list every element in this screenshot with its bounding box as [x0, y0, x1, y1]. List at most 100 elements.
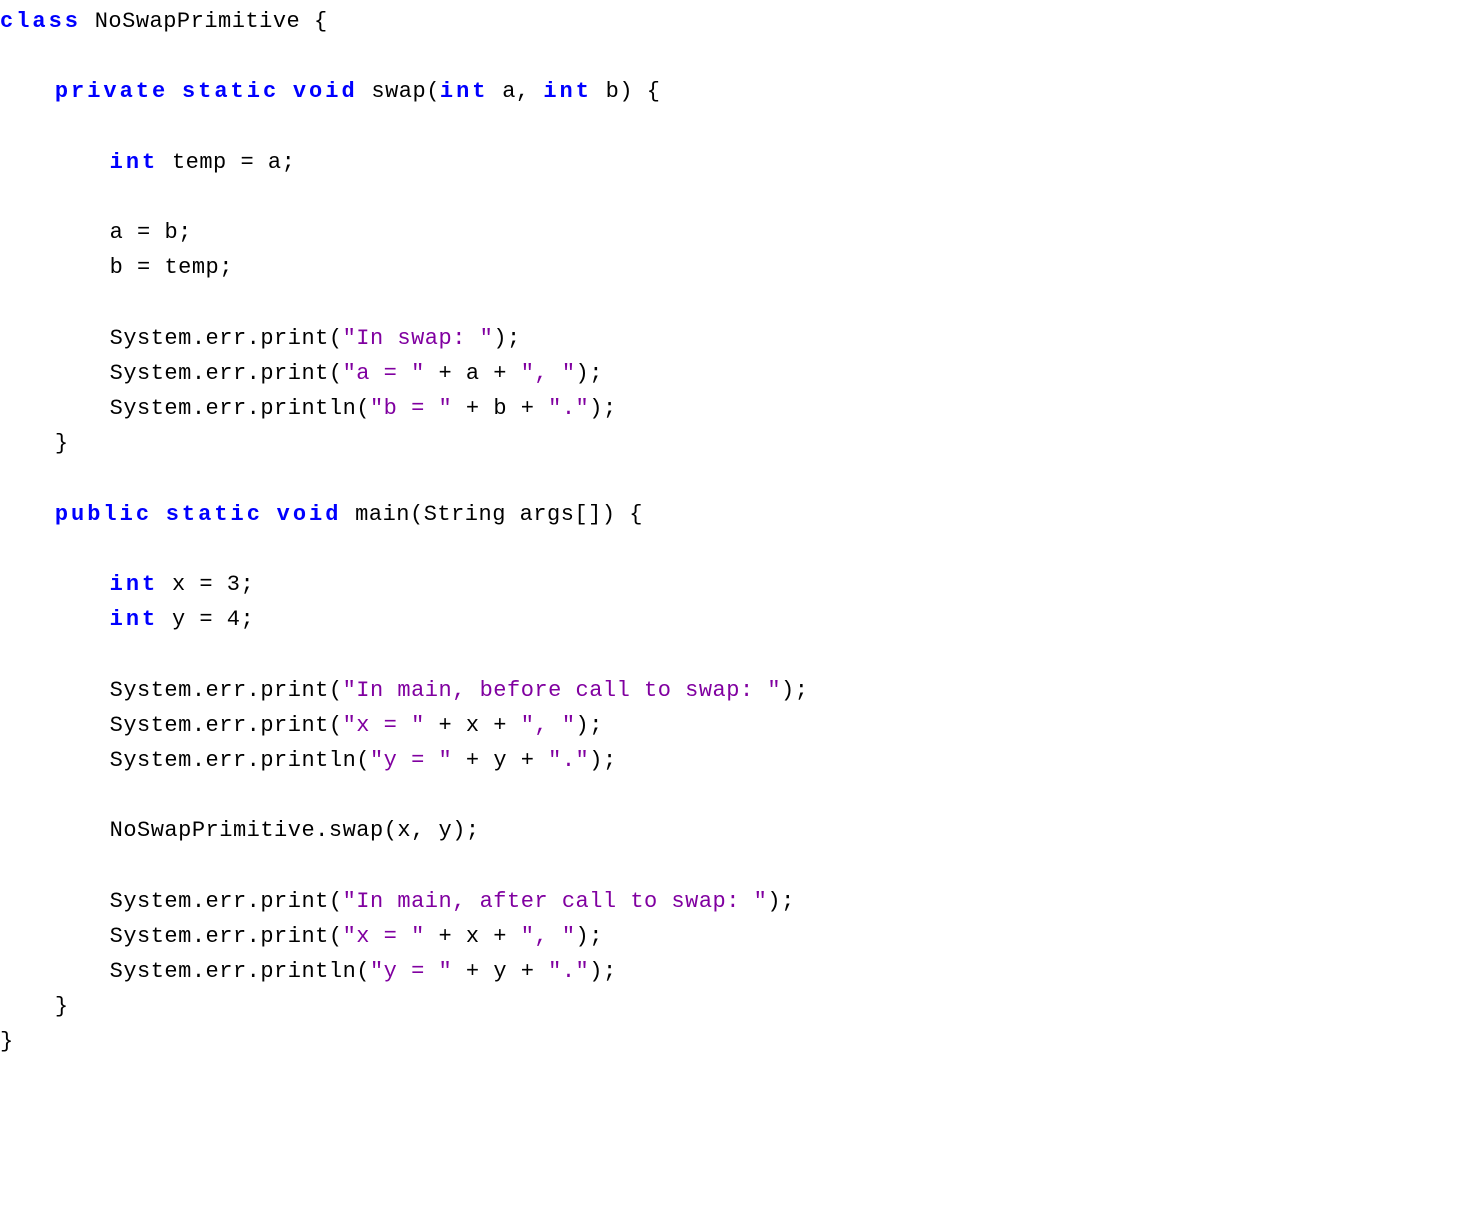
ident: err: [206, 889, 247, 914]
punct: (: [356, 748, 370, 773]
code-block: class NoSwapPrimitive { private static v…: [0, 0, 1470, 1060]
punct: =: [123, 255, 164, 280]
punct: ;: [589, 713, 603, 738]
string-literal: ", ": [521, 361, 576, 386]
string-literal: "In swap: ": [343, 326, 494, 351]
punct: ): [602, 502, 616, 527]
punct: ): [576, 361, 590, 386]
ident: println: [260, 396, 356, 421]
class-name: NoSwapPrimitive: [95, 9, 301, 34]
punct: .: [192, 326, 206, 351]
punct: ;: [603, 959, 617, 984]
punct: (: [384, 818, 398, 843]
text: [592, 79, 606, 104]
punct: {: [633, 79, 660, 104]
text: [530, 79, 544, 104]
op-plus: +: [480, 924, 521, 949]
literal-4: 4: [227, 607, 241, 632]
punct: ;: [781, 889, 795, 914]
punct: }: [0, 1029, 14, 1054]
punct: .: [247, 959, 261, 984]
punct: {: [300, 9, 327, 34]
text: [341, 502, 355, 527]
punct: ;: [589, 924, 603, 949]
keyword-int: int: [440, 79, 489, 104]
punct: =: [186, 607, 227, 632]
keyword-int: int: [543, 79, 592, 104]
punct: .: [247, 748, 261, 773]
op-plus: +: [452, 396, 493, 421]
punct: .: [247, 713, 261, 738]
op-plus: +: [452, 748, 493, 773]
ident: System: [110, 396, 192, 421]
punct: (: [356, 959, 370, 984]
punct: =: [186, 572, 227, 597]
keyword-class: class: [0, 9, 81, 34]
keyword-private: private: [55, 79, 168, 104]
var-x: x: [466, 924, 480, 949]
keyword-static: static: [182, 79, 279, 104]
string-literal: "y = ": [370, 959, 452, 984]
var-temp: temp: [172, 150, 227, 175]
op-plus: +: [425, 713, 466, 738]
type-string: String: [424, 502, 506, 527]
string-literal: "y = ": [370, 748, 452, 773]
punct: ;: [603, 396, 617, 421]
punct: (: [356, 396, 370, 421]
punct: .: [192, 959, 206, 984]
ident: System: [110, 748, 192, 773]
op-plus: +: [507, 959, 548, 984]
ident: err: [206, 748, 247, 773]
punct: .: [192, 396, 206, 421]
punct: .: [247, 678, 261, 703]
punct: ): [781, 678, 795, 703]
ident: System: [110, 678, 192, 703]
punct: .: [192, 748, 206, 773]
ident: print: [260, 361, 329, 386]
punct: =: [227, 150, 268, 175]
ident: err: [206, 396, 247, 421]
op-plus: +: [425, 361, 466, 386]
var-y: y: [493, 748, 507, 773]
var-b: b: [164, 220, 178, 245]
ident: println: [260, 959, 356, 984]
string-literal: ", ": [521, 713, 576, 738]
method-call: swap: [329, 818, 384, 843]
ident: println: [260, 748, 356, 773]
text: [158, 607, 172, 632]
punct: .: [247, 889, 261, 914]
op-plus: +: [480, 713, 521, 738]
ident: err: [206, 326, 247, 351]
param-args: args: [520, 502, 575, 527]
punct: (: [410, 502, 424, 527]
keyword-public: public: [55, 502, 152, 527]
punct: ): [493, 326, 507, 351]
string-literal: ".": [548, 959, 589, 984]
punct: ;: [507, 326, 521, 351]
punct: (: [329, 678, 343, 703]
punct: .: [192, 678, 206, 703]
punct: .: [192, 361, 206, 386]
ident: print: [260, 326, 329, 351]
punct: ): [576, 713, 590, 738]
ident: System: [110, 959, 192, 984]
method-name: main: [355, 502, 410, 527]
var-b: b: [493, 396, 507, 421]
punct: .: [192, 924, 206, 949]
op-plus: +: [452, 959, 493, 984]
punct: ;: [603, 748, 617, 773]
punct: ;: [466, 818, 480, 843]
punct: ,: [411, 818, 425, 843]
method-name: swap: [371, 79, 426, 104]
punct: ;: [282, 150, 296, 175]
text: [158, 572, 172, 597]
punct: .: [315, 818, 329, 843]
punct: ;: [178, 220, 192, 245]
op-plus: +: [507, 396, 548, 421]
var-a: a: [466, 361, 480, 386]
var-a: a: [268, 150, 282, 175]
var-x: x: [466, 713, 480, 738]
var-temp: temp: [164, 255, 219, 280]
punct: (: [329, 326, 343, 351]
param-a: a: [502, 79, 516, 104]
